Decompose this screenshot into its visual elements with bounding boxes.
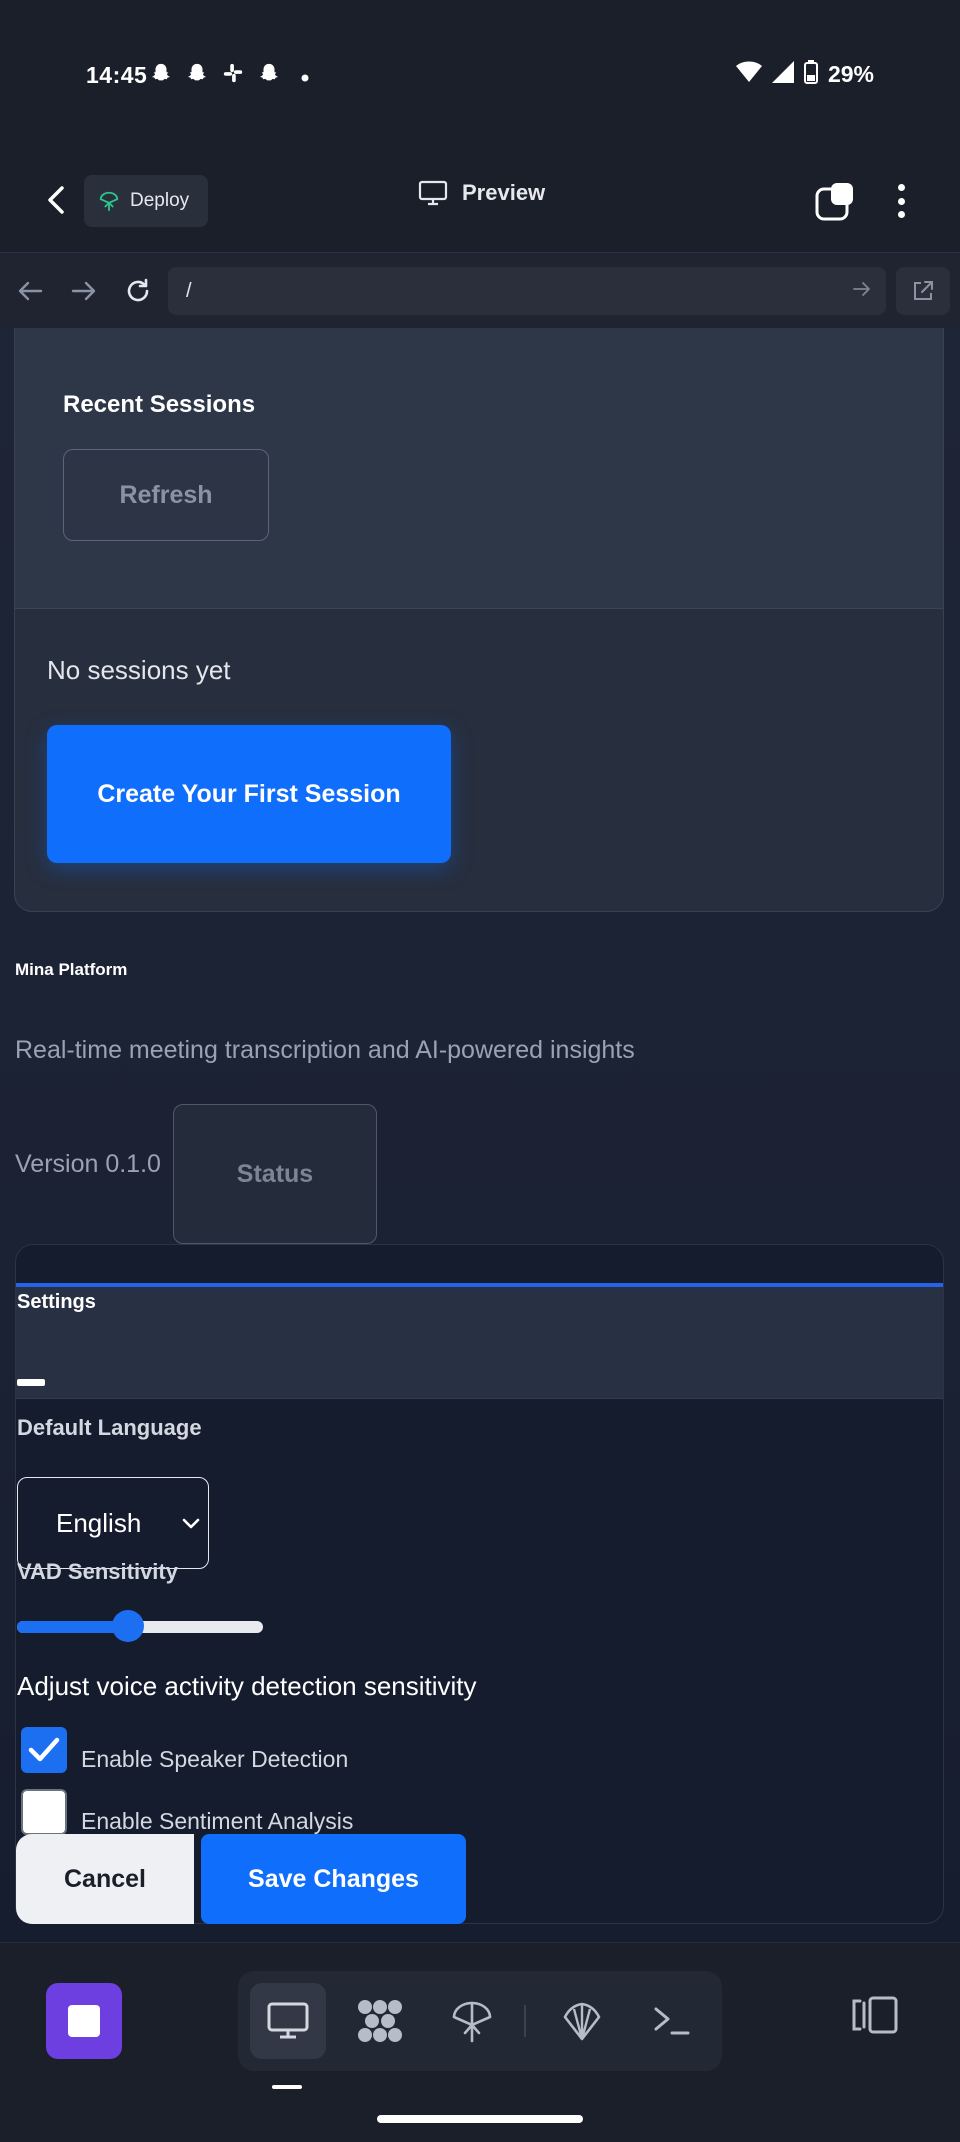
reload-button[interactable]: [122, 275, 154, 307]
speaker-detection-label: Enable Speaker Detection: [81, 1746, 349, 1772]
shell-tool-button[interactable]: [544, 1983, 620, 2059]
sentiment-row: Enable Sentiment Analysis: [21, 1789, 353, 1835]
terminal-icon: [654, 2007, 690, 2035]
vad-slider-thumb[interactable]: [111, 1610, 144, 1642]
battery-icon: [803, 60, 818, 89]
arrow-left-icon: [18, 281, 43, 301]
vad-help-text: Adjust voice activity detection sensitiv…: [17, 1671, 477, 1701]
active-tool-indicator: [272, 2085, 302, 2089]
dot-icon: [292, 63, 318, 89]
terminal-tool-button[interactable]: [634, 1983, 710, 2059]
browser-forward-button[interactable]: [68, 275, 100, 307]
snapchat-icon: [256, 62, 282, 90]
preview-title: Preview: [418, 180, 545, 206]
stop-icon: [68, 2005, 100, 2037]
snapchat-icon: [184, 62, 210, 90]
bottom-app-bar: [0, 1942, 960, 2142]
deploy-icon: [452, 2001, 492, 2043]
more-options-button[interactable]: [886, 178, 916, 224]
vad-label: VAD Sensitivity: [17, 1559, 178, 1584]
more-dot: [897, 184, 905, 191]
workflow-tool-button[interactable]: [342, 1983, 418, 2059]
sentiment-checkbox[interactable]: [21, 1789, 67, 1835]
refresh-button[interactable]: Refresh: [63, 449, 269, 541]
url-field[interactable]: /: [168, 267, 886, 315]
sessions-empty-text: No sessions yet: [47, 655, 231, 685]
more-dot: [897, 197, 905, 205]
tabs-icon: [815, 183, 853, 221]
recent-sessions-card: Recent Sessions Refresh No sessions yet …: [14, 328, 944, 912]
notification-icons: [148, 62, 318, 90]
signal-icon: [771, 61, 794, 88]
deploy-tool-button[interactable]: [434, 1983, 510, 2059]
checkmark-icon: [28, 1737, 60, 1762]
settings-header: [16, 1287, 943, 1399]
slack-icon: [220, 62, 246, 90]
language-select[interactable]: English: [17, 1477, 209, 1569]
stop-button[interactable]: [46, 1983, 122, 2059]
chevron-down-icon: [182, 1518, 200, 1529]
panel-icon: [852, 1996, 898, 2034]
deploy-icon: [99, 191, 119, 212]
back-button[interactable]: [38, 182, 74, 218]
sentiment-label: Enable Sentiment Analysis: [81, 1808, 354, 1834]
create-session-button[interactable]: Create Your First Session: [47, 725, 451, 863]
platform-name: Mina Platform: [15, 960, 128, 979]
desktop-icon: [267, 2002, 309, 2039]
version-text: Version 0.1.0: [15, 1150, 161, 1178]
tabs-button[interactable]: [814, 180, 856, 222]
more-dot: [897, 211, 905, 218]
language-label: Default Language: [17, 1415, 202, 1440]
preview-label: Preview: [462, 180, 546, 205]
tool-separator: [524, 2005, 526, 2037]
language-value: English: [56, 1507, 142, 1538]
speaker-detection-row: Enable Speaker Detection: [21, 1727, 348, 1773]
open-external-button[interactable]: [896, 267, 950, 315]
status-indicators: 29%: [735, 60, 874, 89]
minus-icon: [17, 1379, 45, 1386]
go-button[interactable]: [852, 279, 872, 305]
app-header: Deploy Preview: [0, 150, 960, 250]
speaker-detection-checkbox[interactable]: [21, 1727, 67, 1773]
desktop-tool-button[interactable]: [250, 1983, 326, 2059]
platform-tagline: Real-time meeting transcription and AI-p…: [15, 1036, 635, 1064]
deploy-button[interactable]: Deploy: [84, 175, 208, 227]
snapchat-icon: [148, 62, 174, 90]
panel-toggle-button[interactable]: [848, 1995, 900, 2047]
settings-panel: Settings Default Language English VAD Se…: [15, 1244, 944, 1924]
arrow-right-icon: [853, 282, 870, 296]
workflow-icon: [358, 2000, 402, 2042]
browser-back-button[interactable]: [14, 275, 46, 307]
cancel-button[interactable]: Cancel: [16, 1834, 194, 1924]
status-button[interactable]: Status: [173, 1104, 377, 1244]
system-status-bar: 14:45 29%: [0, 0, 960, 150]
wifi-icon: [735, 61, 762, 88]
sessions-title: Recent Sessions: [63, 391, 256, 418]
settings-title: Settings: [17, 1291, 96, 1313]
save-changes-button[interactable]: Save Changes: [201, 1834, 466, 1924]
browser-bar: /: [0, 252, 960, 328]
external-link-icon: [914, 281, 933, 300]
tool-group: [238, 1971, 722, 2071]
deploy-label: Deploy: [130, 190, 190, 211]
chevron-left-icon: [48, 186, 64, 214]
home-indicator[interactable]: [377, 2115, 583, 2123]
monitor-icon: [418, 180, 448, 206]
reload-icon: [127, 278, 149, 302]
status-time: 14:45: [86, 62, 148, 88]
shell-icon: [563, 2002, 601, 2041]
url-text: /: [186, 279, 192, 302]
battery-percentage: 29%: [827, 61, 874, 87]
web-content: Recent Sessions Refresh No sessions yet …: [0, 328, 960, 1942]
arrow-right-icon: [71, 281, 96, 301]
